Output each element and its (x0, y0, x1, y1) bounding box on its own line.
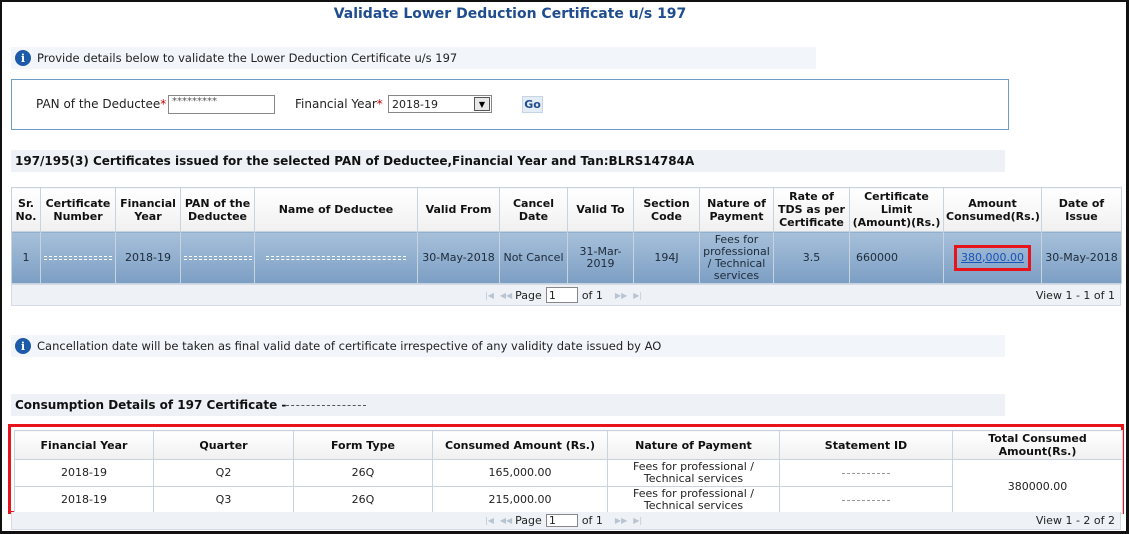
cell-rate: 3.5 (773, 231, 850, 284)
col-cancel-date[interactable]: Cancel Date (499, 187, 568, 232)
col-sr-no[interactable]: Sr. No. (11, 187, 41, 232)
page-of-label: of 1 (581, 514, 603, 527)
amount-consumed-link[interactable]: 380,000.00 (954, 244, 1031, 271)
consumption-heading: Consumption Details of 197 Certificate - (11, 394, 1005, 416)
cell-sr-no: 1 (11, 231, 41, 284)
page-label: Page (515, 514, 542, 527)
info-icon: i (15, 338, 31, 354)
cell-amount-consumed: 380,000.00 (943, 231, 1042, 284)
pager-controls: |◀ ◀◀ Page 1 of 1 ▶▶ ▶| (482, 514, 645, 527)
redacted-mask (842, 499, 890, 501)
prev-page-icon[interactable]: ◀◀ (500, 516, 512, 525)
cell-valid-to: 31-Mar-2019 (567, 231, 634, 284)
cell-cancel-date: Not Cancel (499, 231, 568, 284)
pan-input[interactable]: ********* (168, 95, 275, 114)
cell-nature-of-payment: Fees for professional / Technical servic… (607, 486, 780, 514)
financial-year-select[interactable]: 2018-19 ▼ (388, 95, 492, 113)
consumption-highlight: Financial Year Quarter Form Type Consume… (8, 424, 1124, 514)
cell-nature-of-payment: Fees for professional / Technical servic… (699, 231, 774, 284)
cell-limit: 660000 (849, 231, 944, 284)
cell-financial-year: 2018-19 (115, 231, 181, 284)
col-section-code[interactable]: Section Code (633, 187, 700, 232)
view-count: View 1 - 1 of 1 (1035, 288, 1115, 302)
col-rate[interactable]: Rate of TDS as per Certificate (773, 187, 850, 232)
col-nature-of-payment[interactable]: Nature of Payment (699, 187, 774, 232)
cell-statement-id (779, 486, 953, 514)
pan-label: PAN of the Deductee* (36, 97, 167, 111)
cell-form-type: 26Q (293, 459, 433, 487)
consumption-pager: |◀ ◀◀ Page 1 of 1 ▶▶ ▶| View 1 - 2 of 2 (11, 512, 1121, 530)
chevron-down-icon[interactable]: ▼ (474, 97, 490, 111)
cell-consumed-amount: 215,000.00 (432, 486, 608, 514)
cell-form-type: 26Q (293, 486, 433, 514)
cell-nature-of-payment: Fees for professional / Technical servic… (607, 459, 780, 487)
page-title: Validate Lower Deduction Certificate u/s… (333, 6, 687, 22)
last-page-icon[interactable]: ▶| (633, 516, 642, 525)
col-consumed-amount[interactable]: Consumed Amount (Rs.) (432, 430, 608, 460)
cell-date-of-issue: 30-May-2018 (1041, 231, 1122, 284)
info-icon: i (15, 50, 31, 66)
search-form: PAN of the Deductee* ********* Financial… (11, 79, 1009, 130)
col-amount-consumed[interactable]: Amount Consumed(Rs.) (943, 187, 1042, 232)
col-name[interactable]: Name of Deductee (254, 187, 418, 232)
first-page-icon[interactable]: |◀ (485, 516, 494, 525)
cell-certificate-number (40, 231, 116, 284)
prev-page-icon[interactable]: ◀◀ (500, 291, 512, 300)
col-limit[interactable]: Certificate Limit (Amount)(Rs.) (849, 187, 944, 232)
redacted-mask (44, 255, 112, 260)
cell-valid-from: 30-May-2018 (417, 231, 500, 284)
col-total-consumed[interactable]: Total Consumed Amount(Rs.) (952, 430, 1123, 460)
certificates-pager: |◀ ◀◀ Page 1 of 1 ▶▶ ▶| View 1 - 1 of 1 (11, 284, 1121, 306)
col-financial-year[interactable]: Financial Year (14, 430, 154, 460)
cancellation-note: i Cancellation date will be taken as fin… (11, 335, 1005, 357)
cell-name (254, 231, 418, 284)
redacted-mask (286, 404, 367, 406)
cell-statement-id (779, 459, 953, 487)
col-quarter[interactable]: Quarter (153, 430, 294, 460)
col-statement-id[interactable]: Statement ID (779, 430, 953, 460)
pager-controls: |◀ ◀◀ Page 1 of 1 ▶▶ ▶| (482, 287, 645, 303)
redacted-mask (183, 255, 252, 260)
redacted-mask (842, 472, 890, 474)
certificates-table: Sr. No. Certificate Number Financial Yea… (11, 187, 1122, 284)
table-row[interactable]: 1 2018-19 30-May-2018 Not Cancel 31-Mar-… (11, 231, 1122, 284)
next-page-icon[interactable]: ▶▶ (615, 516, 627, 525)
info-text: Provide details below to validate the Lo… (37, 51, 458, 65)
page-label: Page (515, 288, 542, 302)
first-page-icon[interactable]: |◀ (485, 291, 494, 300)
page-input[interactable]: 1 (545, 514, 578, 527)
cell-consumed-amount: 165,000.00 (432, 459, 608, 487)
col-form-type[interactable]: Form Type (293, 430, 433, 460)
col-pan[interactable]: PAN of the Deductee (180, 187, 255, 232)
financial-year-label: Financial Year* (295, 97, 383, 111)
redacted-mask (266, 255, 406, 260)
col-certificate-number[interactable]: Certificate Number (40, 187, 116, 232)
table-row[interactable]: 2018-19 Q2 26Q 165,000.00 Fees for profe… (14, 459, 1123, 514)
certificates-header-row: Sr. No. Certificate Number Financial Yea… (11, 187, 1122, 232)
cell-pan (180, 231, 255, 284)
last-page-icon[interactable]: ▶| (633, 291, 642, 300)
info-bar: i Provide details below to validate the … (11, 47, 816, 69)
go-button[interactable]: Go (522, 96, 543, 113)
consumption-table: Financial Year Quarter Form Type Consume… (14, 430, 1123, 514)
consumption-header-row: Financial Year Quarter Form Type Consume… (14, 430, 1123, 460)
col-date-of-issue[interactable]: Date of Issue (1041, 187, 1122, 232)
col-financial-year[interactable]: Financial Year (115, 187, 181, 232)
view-count: View 1 - 2 of 2 (1035, 514, 1115, 527)
cell-financial-year: 2018-19 (14, 486, 154, 514)
cell-section-code: 194J (633, 231, 700, 284)
col-valid-to[interactable]: Valid To (567, 187, 634, 232)
next-page-icon[interactable]: ▶▶ (615, 291, 627, 300)
cell-financial-year: 2018-19 (14, 459, 154, 487)
cell-quarter: Q3 (153, 486, 294, 514)
col-nature-of-payment[interactable]: Nature of Payment (607, 430, 780, 460)
cell-quarter: Q2 (153, 459, 294, 487)
col-valid-from[interactable]: Valid From (417, 187, 500, 232)
cell-total-consumed: 380000.00 (952, 459, 1123, 514)
page-input[interactable]: 1 (545, 287, 578, 303)
page-of-label: of 1 (581, 288, 603, 302)
cancellation-note-text: Cancellation date will be taken as final… (37, 339, 662, 353)
certificates-heading: 197/195(3) Certificates issued for the s… (11, 150, 1005, 172)
